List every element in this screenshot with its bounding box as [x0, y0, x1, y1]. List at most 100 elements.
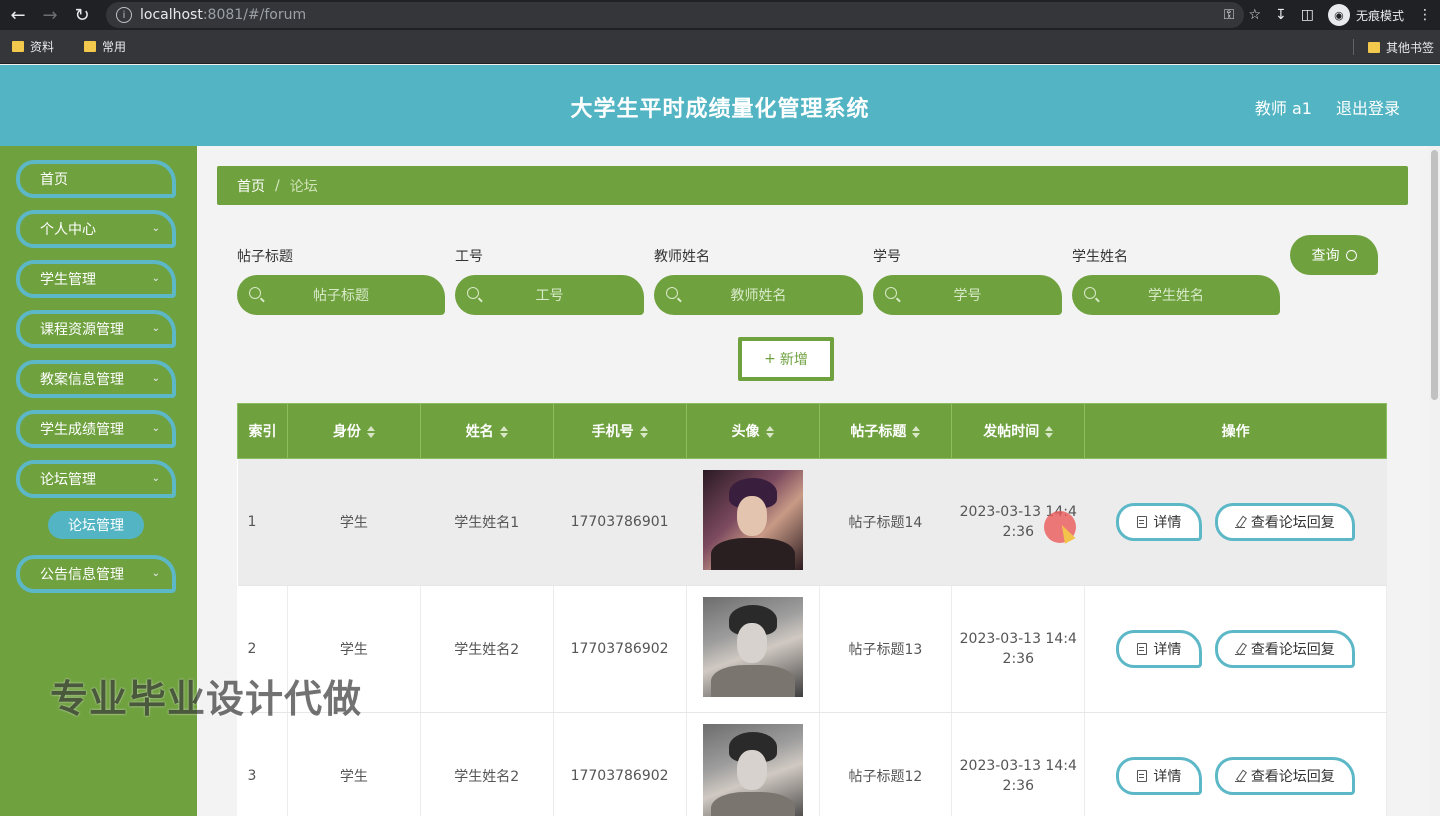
key-icon[interactable]: ⚿: [1224, 7, 1235, 23]
bookmark-folder[interactable]: 资料: [12, 38, 54, 55]
table-row: 2 学生 学生姓名2 17703786902 帖子标题13 2023-03-13…: [237, 585, 1387, 713]
incognito-label: 无痕模式: [1355, 8, 1404, 23]
input-placeholder: 教师姓名: [730, 288, 787, 304]
detail-button[interactable]: 详情: [1116, 757, 1203, 795]
watermark-text: 专业毕业设计代做: [50, 677, 363, 721]
logout-link[interactable]: 退出登录: [1336, 95, 1400, 119]
address-bar[interactable]: i localhost:8081/#/forum: [106, 2, 1244, 28]
col-header-actions: 操作: [1084, 403, 1387, 459]
view-replies-button[interactable]: 查看论坛回复: [1214, 757, 1355, 795]
input-placeholder: 学号: [953, 288, 982, 304]
detail-label: 详情: [1153, 769, 1182, 785]
sidebar-item-personal[interactable]: 个人中心 ⌄: [16, 210, 176, 248]
col-header-phone[interactable]: 手机号: [552, 403, 687, 459]
filter-label-title: 帖子标题: [237, 249, 293, 265]
url-host: localhost: [140, 7, 203, 23]
col-header-name[interactable]: 姓名: [419, 403, 554, 459]
sort-icon[interactable]: [912, 426, 921, 438]
chevron-down-icon: ⌄: [151, 423, 160, 434]
col-header-avatar[interactable]: 头像: [685, 403, 820, 459]
student-no-search-input[interactable]: 学号: [873, 275, 1062, 315]
add-label: 新增: [779, 352, 808, 368]
back-arrow-icon[interactable]: ←: [4, 1, 32, 29]
star-icon[interactable]: ☆: [1248, 7, 1261, 23]
add-button[interactable]: + 新增: [738, 337, 834, 381]
cell-time: 2023-03-13 14:4 2:36: [951, 585, 1086, 713]
input-placeholder: 工号: [535, 288, 564, 304]
col-header-role[interactable]: 身份: [286, 403, 421, 459]
cell-avatar: [686, 458, 820, 586]
sort-icon[interactable]: [765, 426, 774, 438]
sort-icon[interactable]: [1045, 426, 1054, 438]
cell-role: 学生: [287, 458, 421, 586]
time-line-1: 2023-03-13 14:4: [959, 631, 1077, 647]
sidebar-item-announcements[interactable]: 公告信息管理 ⌄: [16, 555, 176, 593]
view-replies-label: 查看论坛回复: [1250, 515, 1335, 531]
sidebar-item-label: 公告信息管理: [40, 567, 124, 583]
sidebar-item-forum[interactable]: 论坛管理 ⌄: [16, 460, 176, 498]
time-line-2: 2:36: [1002, 778, 1034, 794]
menu-kebab-icon[interactable]: ⋮: [1418, 7, 1432, 23]
sort-icon[interactable]: [366, 426, 375, 438]
edit-icon: [1234, 516, 1245, 528]
cell-name: 学生姓名1: [420, 458, 554, 586]
bookmarks-bar: 资料 常用 其他书签: [0, 30, 1440, 64]
table-row: 3 学生 学生姓名2 17703786902 帖子标题12 2023-03-13…: [237, 712, 1387, 816]
page-scrollbar[interactable]: [1429, 146, 1440, 816]
forum-table: 索引 身份 姓名 手机号 头像 帖子标题 发帖时间 操作 1 学生 学生姓名1 …: [237, 403, 1387, 816]
sidebar-item-home[interactable]: 首页: [16, 160, 176, 198]
cell-index: 1: [237, 458, 288, 586]
sort-icon[interactable]: [639, 426, 648, 438]
filter-label-teacher-name: 教师姓名: [654, 249, 710, 265]
cell-title: 帖子标题12: [819, 712, 953, 816]
student-name-search-input[interactable]: 学生姓名: [1072, 275, 1280, 315]
view-replies-label: 查看论坛回复: [1250, 769, 1335, 785]
detail-button[interactable]: 详情: [1116, 630, 1203, 668]
sidebar-item-grades[interactable]: 学生成绩管理 ⌄: [16, 410, 176, 448]
scrollbar-thumb[interactable]: [1431, 150, 1438, 400]
sidebar-item-course-resources[interactable]: 课程资源管理 ⌄: [16, 310, 176, 348]
chevron-down-icon: ⌄: [151, 273, 160, 284]
col-header-title[interactable]: 帖子标题: [818, 403, 953, 459]
view-replies-button[interactable]: 查看论坛回复: [1214, 503, 1355, 541]
view-replies-label: 查看论坛回复: [1250, 642, 1335, 658]
sidebar-item-students[interactable]: 学生管理 ⌄: [16, 260, 176, 298]
query-button[interactable]: 查询: [1290, 235, 1378, 275]
detail-button[interactable]: 详情: [1116, 503, 1203, 541]
reload-icon[interactable]: ↻: [68, 1, 96, 29]
bookmark-folder[interactable]: 常用: [84, 38, 126, 55]
chevron-down-icon: ⌄: [151, 223, 160, 234]
view-replies-button[interactable]: 查看论坛回复: [1214, 630, 1355, 668]
input-placeholder: 帖子标题: [313, 288, 369, 304]
sidebar-item-lesson-plans[interactable]: 教案信息管理 ⌄: [16, 360, 176, 398]
title-search-input[interactable]: 帖子标题: [237, 275, 445, 315]
col-header-time[interactable]: 发帖时间: [951, 403, 1086, 459]
download-icon[interactable]: ↧: [1275, 7, 1287, 23]
table-header-row: 索引 身份 姓名 手机号 头像 帖子标题 发帖时间 操作: [237, 403, 1387, 459]
folder-icon: [84, 41, 97, 52]
staff-no-search-input[interactable]: 工号: [455, 275, 644, 315]
cell-index: 3: [237, 712, 288, 816]
edit-icon: [1234, 770, 1245, 782]
cell-role: 学生: [287, 712, 421, 816]
url-path: :8081/#/forum: [202, 7, 307, 23]
input-placeholder: 学生姓名: [1148, 288, 1204, 304]
breadcrumb-home[interactable]: 首页: [237, 176, 265, 196]
sidebar-subitem-forum[interactable]: 论坛管理: [48, 511, 144, 539]
detail-label: 详情: [1153, 515, 1182, 531]
folder-icon: [1367, 41, 1380, 53]
sort-icon[interactable]: [499, 426, 508, 438]
incognito-indicator[interactable]: ◉ 无痕模式: [1327, 4, 1404, 26]
bookmark-label: 常用: [102, 40, 127, 54]
query-label: 查询: [1311, 248, 1340, 264]
col-header-index: 索引: [237, 403, 288, 459]
forward-arrow-icon[interactable]: →: [36, 1, 64, 29]
sidebar-item-label: 论坛管理: [40, 472, 96, 488]
other-bookmarks[interactable]: 其他书签: [1367, 30, 1434, 64]
teacher-name-search-input[interactable]: 教师姓名: [654, 275, 863, 315]
document-icon: [1137, 643, 1148, 655]
search-icon: [1084, 287, 1096, 299]
site-info-icon[interactable]: i: [116, 7, 132, 23]
sidepanel-icon[interactable]: ◫: [1301, 7, 1314, 23]
app-title: 大学生平时成绩量化管理系统: [570, 97, 870, 122]
